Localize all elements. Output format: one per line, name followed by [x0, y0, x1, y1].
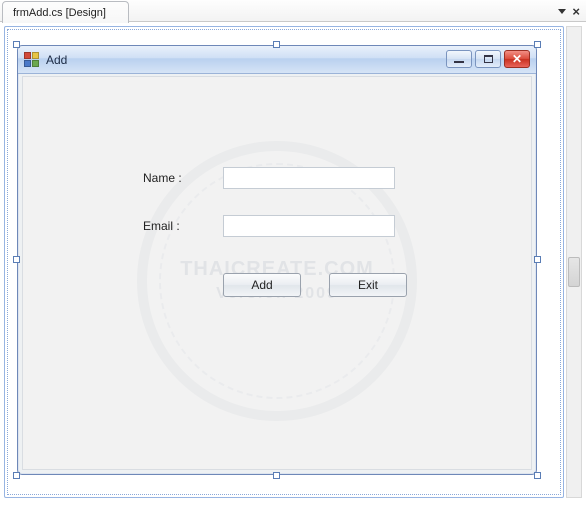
window-buttons: ✕ [446, 50, 530, 68]
maximize-icon [484, 55, 493, 63]
button-row: Add Exit [223, 273, 407, 297]
add-button[interactable]: Add [223, 273, 301, 297]
resize-handle-n[interactable] [273, 41, 280, 48]
document-tab-controls: × [558, 0, 580, 22]
document-tab-strip: frmAdd.cs [Design] × [0, 0, 586, 22]
input-email[interactable] [223, 215, 395, 237]
designer-surface[interactable]: Add ✕ THAICREATE.COM Version 2009 Name :… [4, 26, 564, 498]
close-document-button[interactable]: × [572, 5, 580, 18]
maximize-button[interactable] [475, 50, 501, 68]
close-icon: ✕ [512, 53, 522, 65]
vertical-scrollbar[interactable] [566, 26, 582, 498]
row-name: Name : [143, 167, 395, 189]
resize-handle-s[interactable] [273, 472, 280, 479]
label-name: Name : [143, 171, 203, 185]
minimize-icon [454, 61, 464, 63]
exit-button[interactable]: Exit [329, 273, 407, 297]
close-button[interactable]: ✕ [504, 50, 530, 68]
form-icon [24, 52, 40, 68]
row-email: Email : [143, 215, 395, 237]
resize-handle-w[interactable] [13, 256, 20, 263]
form-client-area: THAICREATE.COM Version 2009 Name : Email… [22, 76, 532, 470]
label-email: Email : [143, 219, 203, 233]
input-name[interactable] [223, 167, 395, 189]
resize-handle-ne[interactable] [534, 41, 541, 48]
titlebar[interactable]: Add ✕ [18, 46, 536, 74]
document-tab-label: frmAdd.cs [Design] [13, 7, 106, 19]
winform-add[interactable]: Add ✕ THAICREATE.COM Version 2009 Name :… [17, 45, 537, 475]
resize-handle-se[interactable] [534, 472, 541, 479]
document-tab[interactable]: frmAdd.cs [Design] [2, 1, 129, 23]
resize-handle-sw[interactable] [13, 472, 20, 479]
dropdown-icon[interactable] [558, 9, 566, 14]
resize-handle-e[interactable] [534, 256, 541, 263]
scrollbar-thumb[interactable] [568, 257, 580, 287]
resize-handle-nw[interactable] [13, 41, 20, 48]
window-title: Add [46, 53, 67, 67]
minimize-button[interactable] [446, 50, 472, 68]
